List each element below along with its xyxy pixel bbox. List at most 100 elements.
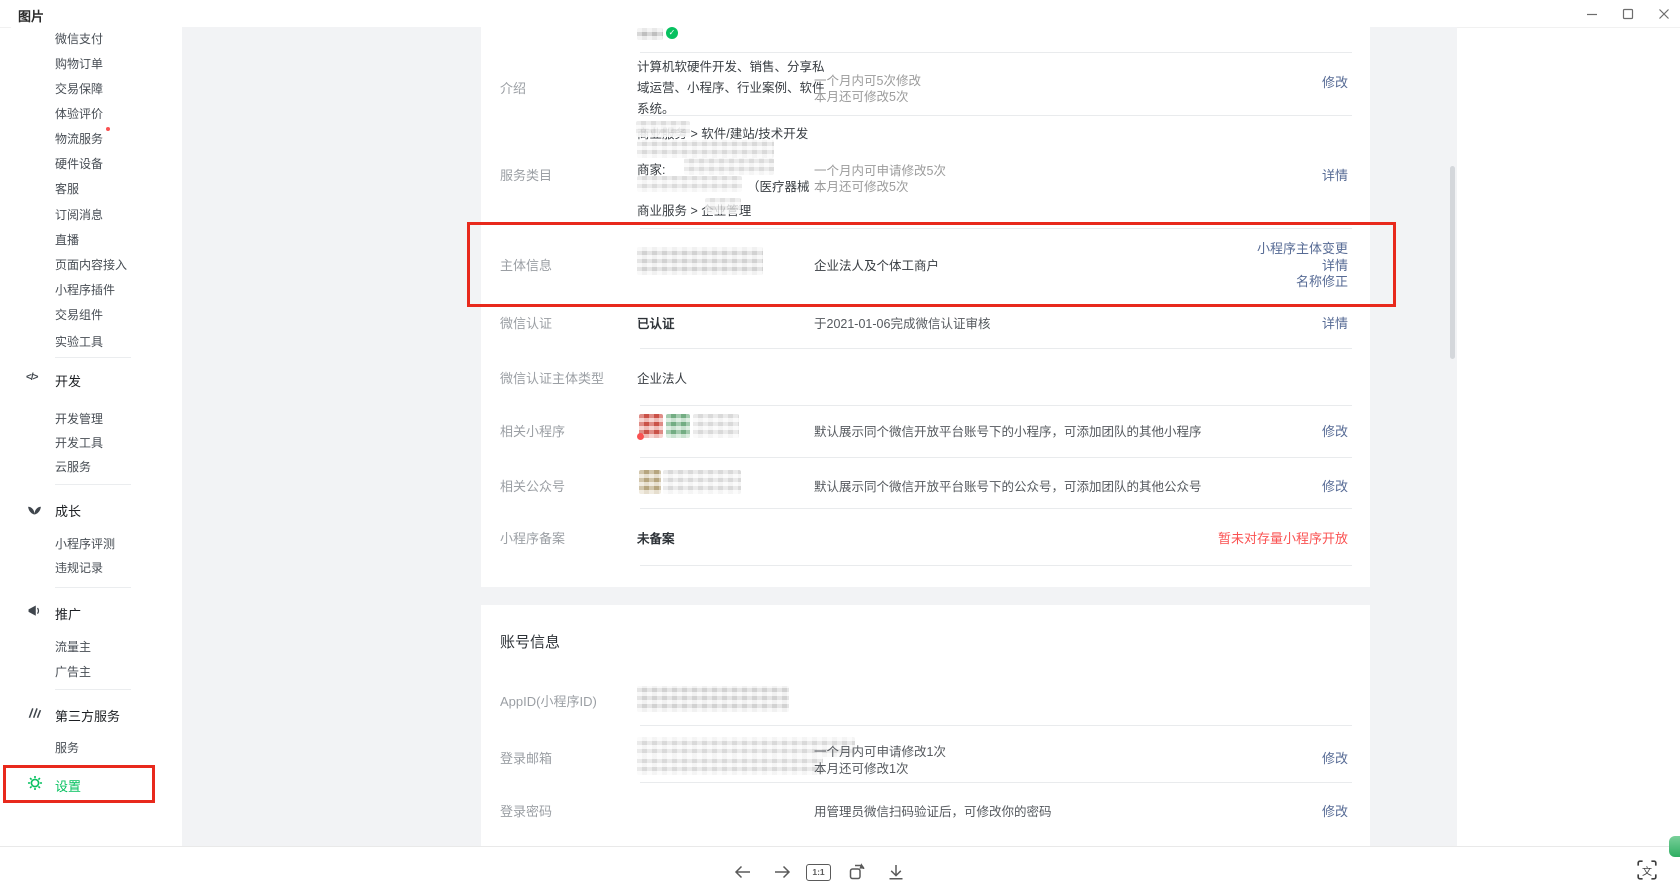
- notification-dot: [637, 433, 644, 440]
- minimize-icon: [1584, 6, 1600, 22]
- category-detail-link[interactable]: 详情: [1322, 165, 1348, 184]
- arrow-right-icon: [772, 862, 792, 882]
- minimize-button[interactable]: [1580, 3, 1604, 25]
- sidebar-item-cloud[interactable]: 云服务: [55, 458, 91, 475]
- code-icon: </>: [26, 372, 44, 390]
- sidebar-item-dev-tools[interactable]: 开发工具: [55, 434, 103, 451]
- prev-image-button[interactable]: [733, 862, 753, 882]
- arrow-left-icon: [733, 862, 753, 882]
- appid-label: AppID(小程序ID): [500, 691, 597, 710]
- window-title: 图片: [18, 6, 44, 25]
- annotation-box-subject-info: [467, 222, 1396, 307]
- password-modify-link[interactable]: 修改: [1322, 801, 1348, 820]
- sidebar-section-growth[interactable]: 成长: [55, 501, 81, 520]
- sidebar-item-trade-guarantee[interactable]: 交易保障: [55, 80, 103, 97]
- redacted-category-block: [637, 176, 742, 192]
- redacted-category-text: [705, 198, 741, 214]
- sidebar-item-dev-manage[interactable]: 开发管理: [55, 410, 103, 427]
- row-divider: [640, 52, 1352, 53]
- redacted-email: [637, 757, 823, 775]
- download-button[interactable]: [886, 862, 906, 882]
- verified-badge-icon: ✓: [666, 27, 678, 39]
- redacted-mp-logo-2: [666, 414, 690, 438]
- related-oa-label: 相关公众号: [500, 476, 565, 495]
- rotate-button[interactable]: [847, 862, 867, 882]
- sidebar-section-develop[interactable]: 开发: [55, 371, 81, 390]
- sidebar-item-mp-evaluation[interactable]: 小程序评测: [55, 535, 115, 552]
- next-image-button[interactable]: [772, 862, 792, 882]
- row-divider: [640, 508, 1352, 509]
- verify-note: 于2021-01-06完成微信认证审核: [814, 313, 990, 332]
- redacted-category-block: [684, 158, 774, 175]
- intro-modify-link[interactable]: 修改: [1322, 72, 1348, 91]
- sidebar-item-experience-eval[interactable]: 体验评价: [55, 105, 103, 122]
- sidebar-section-promotion[interactable]: 推广: [55, 604, 81, 623]
- megaphone-icon: [26, 603, 44, 621]
- red-dot-badge: [106, 127, 110, 131]
- sprout-icon: [26, 500, 44, 518]
- sidebar-item-service[interactable]: 服务: [55, 739, 79, 756]
- sidebar-item-violation-log[interactable]: 违规记录: [55, 559, 103, 576]
- row-divider: [640, 457, 1352, 458]
- sidebar-item-page-content[interactable]: 页面内容接入: [55, 256, 127, 273]
- rotate-icon: [847, 862, 867, 882]
- sidebar-item-customer-service[interactable]: 客服: [55, 180, 79, 197]
- row-divider: [640, 405, 1352, 406]
- verify-type-value: 企业法人: [637, 368, 687, 387]
- sidebar-item-logistics[interactable]: 物流服务: [55, 130, 103, 147]
- login-password-label: 登录密码: [500, 801, 552, 820]
- category-line-3: （医疗器械: [747, 176, 810, 195]
- row-divider: [640, 565, 1352, 566]
- titlebar: 图片: [0, 0, 1680, 28]
- sidebar-item-trade-component[interactable]: 交易组件: [55, 306, 103, 323]
- account-info-title: 账号信息: [500, 631, 560, 652]
- overlay-green-button[interactable]: [1669, 836, 1680, 857]
- actual-size-button[interactable]: 1:1: [806, 864, 831, 881]
- maximize-button[interactable]: [1616, 3, 1640, 25]
- row-divider: [640, 725, 1352, 726]
- verify-value: 已认证: [637, 313, 675, 332]
- sidebar-section-third-party[interactable]: 第三方服务: [55, 706, 120, 725]
- sidebar-item-shop-orders[interactable]: 购物订单: [55, 55, 103, 72]
- redacted-appid: [637, 686, 789, 712]
- sidebar-item-traffic-owner[interactable]: 流量主: [55, 638, 91, 655]
- row-divider: [640, 115, 1352, 116]
- filing-value: 未备案: [637, 528, 675, 547]
- filing-status-text: 暂未对存量小程序开放: [1218, 528, 1348, 547]
- sidebar-item-lab-tools[interactable]: 实验工具: [55, 333, 103, 350]
- sidebar-divider: [55, 484, 131, 485]
- maximize-icon: [1620, 6, 1636, 22]
- redacted-category-text: [636, 121, 690, 137]
- viewer-toolbar: [0, 846, 1680, 893]
- related-oa-modify-link[interactable]: 修改: [1322, 476, 1348, 495]
- sidebar-item-mp-plugin[interactable]: 小程序插件: [55, 281, 115, 298]
- email-modify-link[interactable]: 修改: [1322, 748, 1348, 767]
- filing-label: 小程序备案: [500, 528, 565, 547]
- sidebar-item-live[interactable]: 直播: [55, 231, 79, 248]
- page-scrollbar[interactable]: [1450, 166, 1455, 359]
- redacted-account-name: [637, 28, 663, 40]
- redacted-oa-name: [663, 470, 741, 494]
- login-email-label: 登录邮箱: [500, 748, 552, 767]
- download-icon: [886, 862, 906, 882]
- intro-value: 计算机软硬件开发、销售、分享私域运营、小程序、行业案例、软件系统。: [637, 57, 829, 120]
- sidebar-item-advertiser[interactable]: 广告主: [55, 663, 91, 680]
- redacted-category-block: [637, 140, 774, 158]
- verify-type-label: 微信认证主体类型: [500, 368, 604, 387]
- third-party-icon: [26, 705, 44, 723]
- verify-detail-link[interactable]: 详情: [1322, 313, 1348, 332]
- verify-label: 微信认证: [500, 313, 552, 332]
- row-divider: [640, 782, 1352, 783]
- sidebar-item-hardware[interactable]: 硬件设备: [55, 155, 103, 172]
- email-note-2: 本月还可修改1次: [814, 758, 908, 777]
- related-mp-note: 默认展示同个微信开放平台账号下的小程序，可添加团队的其他小程序: [814, 421, 1202, 440]
- ocr-extract-text-button[interactable]: 文: [1636, 859, 1658, 881]
- sidebar-item-wechat-pay[interactable]: 微信支付: [55, 30, 103, 47]
- related-mp-modify-link[interactable]: 修改: [1322, 421, 1348, 440]
- related-mp-label: 相关小程序: [500, 421, 565, 440]
- ocr-glyph: 文: [1636, 863, 1658, 878]
- settings-card: [481, 27, 1370, 587]
- redacted-mp-logo-3: [693, 414, 739, 438]
- close-button[interactable]: [1652, 3, 1676, 25]
- sidebar-item-subscribe-msg[interactable]: 订阅消息: [55, 206, 103, 223]
